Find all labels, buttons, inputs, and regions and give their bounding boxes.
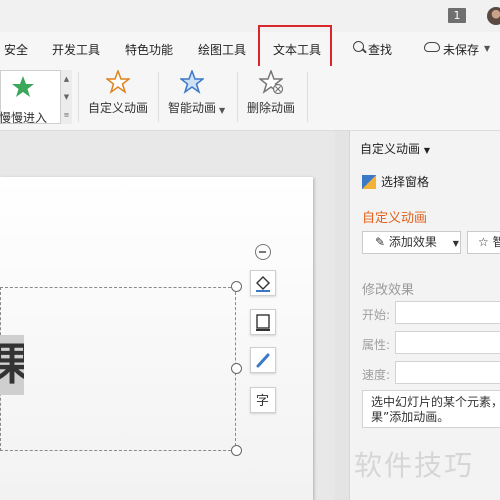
tab-find[interactable]: 查找	[368, 41, 392, 58]
scroll-up-icon[interactable]: ▲	[61, 70, 72, 88]
custom-animation-label: 自定义动画	[88, 101, 149, 115]
property-label: 属性:	[362, 338, 391, 352]
delete-animation-button[interactable]: 删除动画	[247, 68, 296, 116]
star-animation-icon	[12, 76, 34, 97]
user-avatar[interactable]	[487, 7, 500, 25]
slide-workspace: 果	[0, 131, 335, 500]
paint-bucket-icon	[256, 276, 270, 292]
custom-animation-icon	[104, 68, 132, 94]
chevron-down-icon[interactable]: ▼	[484, 44, 490, 53]
slide-canvas[interactable]: 果	[0, 177, 313, 500]
divider	[307, 72, 308, 122]
smart-animation-icon	[178, 68, 206, 94]
pane-title[interactable]: 自定义动画 ▼	[360, 140, 430, 157]
cloud-icon[interactable]	[424, 42, 440, 52]
title-bar: 1	[0, 0, 500, 32]
text-box-selection[interactable]	[0, 287, 236, 451]
slide-text: 果	[0, 335, 24, 395]
pane-heading: 自定义动画	[362, 211, 428, 226]
smart-animation-button[interactable]: 智能动画	[168, 68, 217, 116]
notification-badge[interactable]: 1	[448, 8, 466, 23]
outline-icon	[256, 314, 270, 331]
smart-effect-button[interactable]: ☆ 智	[467, 231, 500, 254]
ribbon-panel: 慢慢进入 ▲ ▼ ≡ 自定义动画 智能动画 ▼ 删除动画	[0, 66, 500, 131]
speed-select[interactable]	[395, 361, 500, 384]
tab-drawing-tools[interactable]: 绘图工具	[198, 41, 246, 58]
start-label: 开始:	[362, 308, 391, 322]
text-style-button[interactable]: 字	[250, 387, 276, 413]
tab-unsaved[interactable]: 未保存	[443, 41, 479, 58]
property-select[interactable]	[395, 331, 500, 354]
resize-handle[interactable]	[231, 445, 242, 456]
shape-fill-button[interactable]	[250, 270, 276, 296]
gallery-item-label: 慢慢进入	[0, 111, 48, 125]
delete-animation-label: 删除动画	[247, 101, 296, 115]
custom-animation-button[interactable]: 自定义动画	[88, 68, 149, 116]
scroll-down-icon[interactable]: ▼	[61, 88, 72, 106]
divider	[158, 72, 159, 122]
speed-label: 速度:	[362, 368, 391, 382]
tab-security[interactable]: 安全	[4, 41, 28, 58]
font-icon: 字	[256, 394, 269, 409]
format-painter-button[interactable]	[250, 347, 276, 373]
start-select[interactable]	[395, 301, 500, 324]
watermark: 软件技巧	[354, 449, 475, 482]
tab-developer-tools[interactable]: 开发工具	[52, 41, 100, 58]
pane-splitter[interactable]	[335, 131, 349, 500]
resize-handle[interactable]	[231, 363, 242, 374]
divider	[78, 72, 79, 122]
divider	[237, 72, 238, 122]
smart-animation-label: 智能动画	[168, 101, 217, 115]
select-pane-button[interactable]: 选择窗格	[362, 173, 429, 190]
shape-outline-button[interactable]	[250, 309, 276, 335]
brush-icon	[256, 353, 270, 368]
add-effect-button[interactable]: ✎ 添加效果 ▼	[362, 231, 461, 254]
svg-text:字: 字	[256, 394, 269, 409]
chevron-down-icon[interactable]: ▼	[219, 106, 225, 115]
gallery-expand-icon[interactable]: ≡	[61, 106, 72, 124]
resize-handle[interactable]	[231, 281, 242, 292]
selection-pane-icon	[362, 175, 376, 189]
hint-text: 选中幻灯片的某个元素，果”添加动画。	[362, 390, 500, 428]
delete-animation-icon	[257, 68, 285, 95]
gallery-scrollbar[interactable]: ▲ ▼ ≡	[60, 70, 72, 124]
tab-special-features[interactable]: 特色功能	[125, 41, 173, 58]
search-icon[interactable]	[353, 41, 364, 52]
highlight-frame	[258, 25, 332, 69]
collapse-icon[interactable]	[255, 244, 271, 260]
modify-effect-heading: 修改效果	[362, 283, 415, 298]
